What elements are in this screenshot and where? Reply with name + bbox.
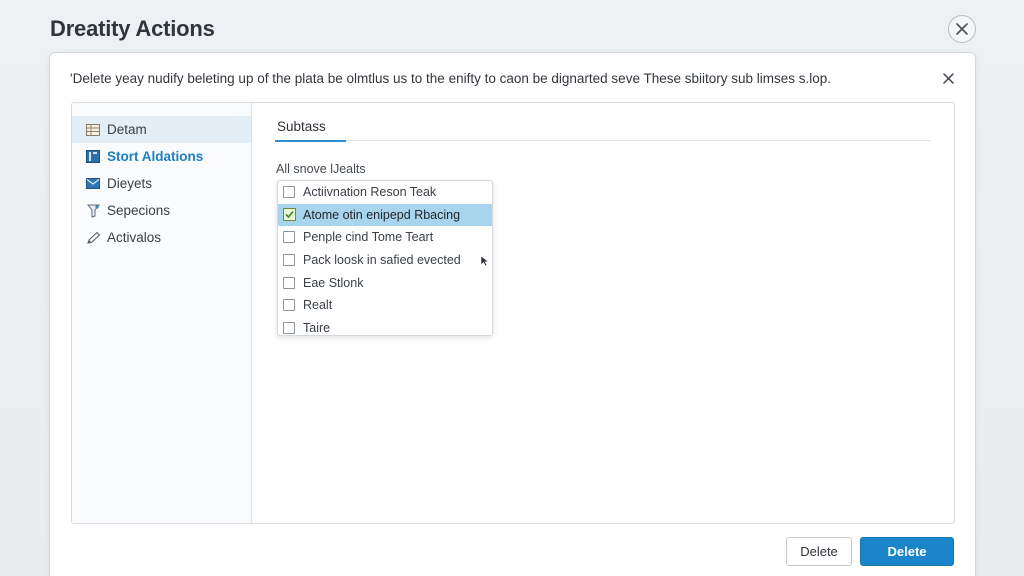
mouse-cursor-icon (480, 255, 490, 267)
dialog-close-button[interactable] (938, 68, 958, 88)
delete-secondary-button[interactable]: Delete (786, 537, 852, 566)
sidebar-item-label: Dieyets (107, 176, 153, 191)
delete-primary-button[interactable]: Delete (860, 537, 954, 566)
sidebar-item-label: Stort Aldations (107, 149, 204, 164)
dialog: 'Delete yeay nudify beleting up of the p… (49, 52, 976, 576)
checkbox[interactable] (283, 254, 295, 267)
list-item-label: Actiivnation Reson Teak (303, 185, 437, 200)
tab-subtass[interactable]: Subtass (275, 119, 346, 142)
table-icon (85, 122, 101, 138)
checkbox[interactable] (283, 321, 295, 334)
checked-checkbox-icon[interactable] (283, 208, 296, 222)
checkbox[interactable] (283, 231, 295, 244)
list-item-label: Eae Stlonk (303, 275, 364, 290)
sidebar-item-label: Activalos (107, 230, 162, 245)
list-item-label: Penple cind Tome Teart (303, 230, 434, 245)
sidebar-item-stort-aldations[interactable]: Stort Aldations (72, 143, 251, 170)
sidebar-item-detam[interactable]: Detam (72, 116, 251, 143)
list-item-selected[interactable]: Atome otin enipepd Rbacing (278, 203, 492, 227)
checkbox[interactable] (283, 186, 295, 199)
list-item[interactable]: Taire (278, 317, 492, 335)
list-item[interactable]: Penple cind Tome Teart (278, 226, 492, 249)
sidebar-item-activalos[interactable]: Activalos (72, 224, 251, 251)
checkbox[interactable] (283, 299, 295, 312)
list-item[interactable]: Actiivnation Reson Teak (278, 181, 492, 204)
app-title: Dreatity Actions (50, 16, 215, 41)
close-icon (956, 23, 968, 35)
pencil-icon (85, 230, 101, 246)
content-frame: Detam Stort Aldations Dieyets Sepecions … (71, 102, 955, 524)
window-close-button[interactable] (948, 15, 976, 43)
tab-bar: Subtass (275, 103, 931, 142)
checkbox[interactable] (283, 276, 295, 289)
sidebar: Detam Stort Aldations Dieyets Sepecions … (72, 103, 252, 523)
close-icon (942, 72, 954, 84)
dialog-message: 'Delete yeay nudify beleting up of the p… (70, 71, 832, 86)
sidebar-item-dieyets[interactable]: Dieyets (72, 170, 251, 197)
sidebar-item-label: Sepecions (107, 203, 171, 218)
main-panel: Subtass All snove lJealts Actiivnation R… (253, 103, 954, 523)
list-item-label: Atome otin enipepd Rbacing (303, 207, 461, 222)
list-item-label: Taire (303, 320, 331, 335)
list-item-label: Realt (303, 298, 333, 313)
book-icon (85, 149, 101, 165)
sidebar-item-label: Detam (107, 122, 147, 137)
list-item[interactable]: Realt (278, 294, 492, 317)
sidebar-item-sepecions[interactable]: Sepecions (72, 197, 251, 224)
section-label: All snove lJealts (276, 162, 366, 176)
list-item[interactable]: Pack loosk in safied evected (278, 249, 492, 272)
filter-icon (85, 203, 101, 219)
checklist-popup: Actiivnation Reson Teak Atome otin enipe… (277, 180, 493, 336)
mail-icon (85, 176, 101, 192)
list-item-label: Pack loosk in safied evected (303, 253, 461, 268)
list-item[interactable]: Eae Stlonk (278, 271, 492, 294)
